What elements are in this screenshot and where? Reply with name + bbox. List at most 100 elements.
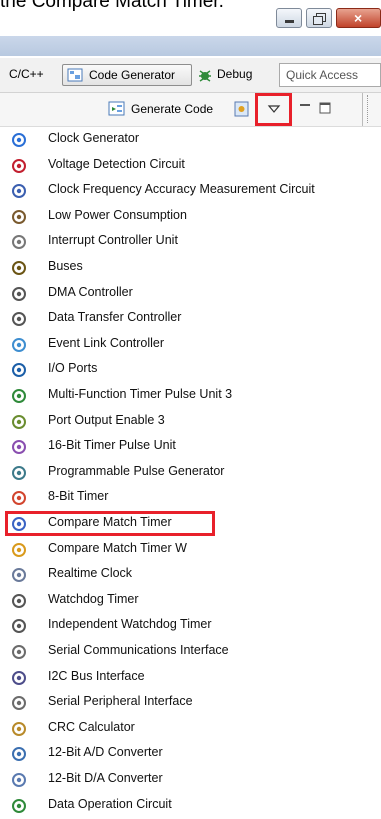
menu-item[interactable]: Programmable Pulse Generator: [0, 460, 381, 486]
independent-watchdog-icon: [11, 618, 27, 634]
menu-item[interactable]: Clock Frequency Accuracy Measurement Cir…: [0, 178, 381, 204]
clock-frequency-icon: [11, 183, 27, 199]
clock-generator-icon: [11, 132, 27, 148]
tpu-timer-icon: [11, 439, 27, 455]
menu-item[interactable]: Compare Match Timer W: [0, 537, 381, 563]
view-menu-dropdown-button[interactable]: [255, 93, 292, 126]
buses-icon: [11, 260, 27, 276]
menu-item[interactable]: Serial Communications Interface: [0, 639, 381, 665]
menu-item[interactable]: Serial Peripheral Interface: [0, 690, 381, 716]
menu-item[interactable]: I/O Ports: [0, 357, 381, 383]
menu-item[interactable]: 16-Bit Timer Pulse Unit: [0, 434, 381, 460]
port-output-icon: [11, 414, 27, 430]
code-generator-icon: [67, 68, 83, 82]
menu-item-label: Clock Frequency Accuracy Measurement Cir…: [48, 182, 315, 197]
io-ports-icon: [11, 362, 27, 378]
menu-item[interactable]: Multi-Function Timer Pulse Unit 3: [0, 383, 381, 409]
menu-item-label: I2C Bus Interface: [48, 668, 145, 683]
toolbar-divider: [362, 93, 363, 126]
ppg-icon: [11, 465, 27, 481]
event-link-icon: [11, 337, 27, 353]
spi-icon: [11, 695, 27, 711]
low-power-icon: [11, 209, 27, 225]
perspective-toolbar: C/C++ Code Generator Debug Quick Access: [0, 58, 381, 93]
data-operation-icon: [11, 798, 27, 814]
close-icon[interactable]: ×: [336, 8, 381, 28]
mtu3-timer-icon: [11, 388, 27, 404]
ad-converter-icon: [11, 746, 27, 762]
interrupt-controller-icon: [11, 234, 27, 250]
perspective-code-generator-label: Code Generator: [89, 68, 176, 82]
da-converter-icon: [11, 772, 27, 788]
menu-item[interactable]: Low Power Consumption: [0, 204, 381, 230]
menu-item[interactable]: Event Link Controller: [0, 332, 381, 358]
menu-item[interactable]: 12-Bit D/A Converter: [0, 767, 381, 793]
menu-item[interactable]: Buses: [0, 255, 381, 281]
cmtw-timer-icon: [11, 542, 27, 558]
menu-item[interactable]: Independent Watchdog Timer: [0, 613, 381, 639]
perspective-debug[interactable]: Debug: [217, 67, 252, 81]
8bit-timer-icon: [11, 490, 27, 506]
menu-item[interactable]: DMA Controller: [0, 281, 381, 307]
menu-item[interactable]: Interrupt Controller Unit: [0, 229, 381, 255]
menu-item-label: Data Operation Circuit: [48, 796, 172, 811]
menu-item-label: Buses: [48, 259, 83, 273]
i2c-icon: [11, 670, 27, 686]
menu-item[interactable]: I2C Bus Interface: [0, 665, 381, 691]
restore-icon[interactable]: [306, 8, 332, 28]
adjacent-panel-edge: [367, 95, 381, 123]
window-frame: [0, 36, 381, 56]
menu-item-label: Low Power Consumption: [48, 207, 187, 222]
menu-item-label: Data Transfer Controller: [48, 310, 182, 325]
menu-item[interactable]: CRC Calculator: [0, 716, 381, 742]
document-icon[interactable]: [233, 100, 251, 118]
menu-item-label: I/O Ports: [48, 361, 98, 376]
menu-item[interactable]: Watchdog Timer: [0, 588, 381, 614]
chevron-down-icon: [267, 105, 281, 113]
minimize-icon[interactable]: [276, 8, 302, 28]
menu-item[interactable]: 12-Bit A/D Converter: [0, 741, 381, 767]
maximize-view-icon[interactable]: [318, 101, 332, 115]
menu-item[interactable]: Realtime Clock: [0, 562, 381, 588]
menu-item-label: Compare Match Timer W: [48, 540, 187, 555]
generate-code-button[interactable]: Generate Code: [108, 100, 222, 120]
watchdog-icon: [11, 593, 27, 609]
peripheral-menu: Clock Generator Voltage Detection Circuit…: [0, 127, 381, 813]
perspective-code-generator-button[interactable]: Code Generator: [62, 64, 192, 86]
menu-item[interactable]: Clock Generator: [0, 127, 381, 153]
perspective-cpp[interactable]: C/C++: [9, 67, 44, 81]
menu-item[interactable]: 8-Bit Timer: [0, 485, 381, 511]
menu-item-label: 16-Bit Timer Pulse Unit: [48, 438, 176, 453]
menu-item[interactable]: Port Output Enable 3: [0, 409, 381, 435]
menu-item[interactable]: Data Transfer Controller: [0, 306, 381, 332]
menu-item-label: Interrupt Controller Unit: [48, 233, 178, 248]
view-toolbar: Generate Code: [0, 93, 381, 127]
menu-item-label: Realtime Clock: [48, 566, 133, 581]
realtime-clock-icon: [11, 567, 27, 583]
menu-item-label: Independent Watchdog Timer: [48, 617, 212, 632]
menu-item-label: Event Link Controller: [48, 335, 165, 350]
menu-item[interactable]: Data Operation Circuit: [0, 793, 381, 819]
dma-controller-icon: [11, 286, 27, 302]
menu-item-label: Clock Generator: [48, 131, 140, 145]
quick-access-input[interactable]: Quick Access: [279, 63, 381, 87]
menu-item-label: 8-Bit Timer: [48, 489, 109, 504]
menu-item-label: Multi-Function Timer Pulse Unit 3: [48, 387, 233, 401]
menu-item-label: Port Output Enable 3: [48, 412, 165, 427]
sci-icon: [11, 644, 27, 660]
generate-code-label: Generate Code: [131, 102, 214, 116]
compare-match-timer-highlight: [5, 511, 215, 536]
crc-icon: [11, 721, 27, 737]
menu-item-label: 12-Bit A/D Converter: [48, 745, 163, 760]
menu-item-label: 12-Bit D/A Converter: [48, 771, 163, 785]
voltage-detection-icon: [11, 158, 27, 174]
window-titlebar: ×: [0, 0, 381, 36]
menu-item-label: Programmable Pulse Generator: [48, 463, 225, 478]
minimize-view-icon[interactable]: [298, 101, 312, 115]
menu-item[interactable]: Voltage Detection Circuit: [0, 153, 381, 179]
generate-code-icon: [108, 101, 125, 116]
menu-item-label: Watchdog Timer: [48, 591, 139, 606]
menu-item-label: DMA Controller: [48, 284, 133, 299]
debug-icon: [199, 70, 211, 82]
menu-item-label: CRC Calculator: [48, 719, 135, 734]
